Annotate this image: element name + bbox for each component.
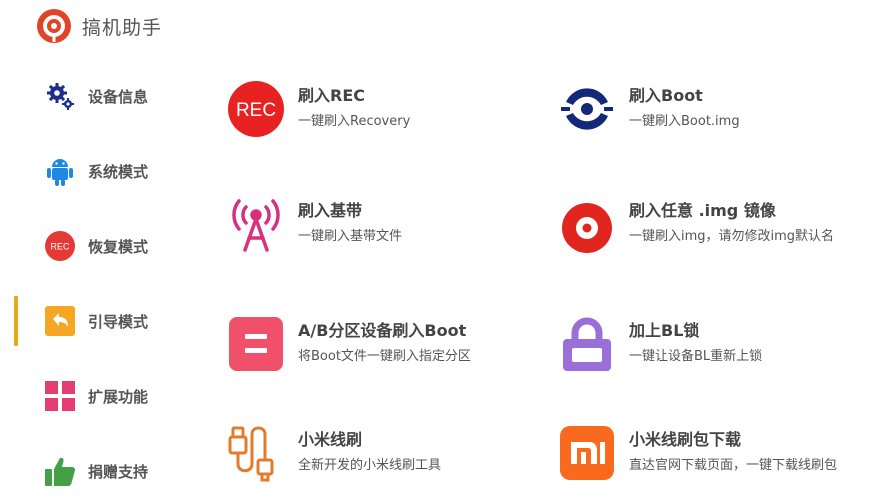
card-title: 刷入基带 xyxy=(298,201,363,220)
sidebar-item-extensions[interactable]: 扩展功能 xyxy=(0,366,200,426)
card-title: A/B分区设备刷入Boot xyxy=(298,321,467,340)
card-desc: 一键让设备BL重新上锁 xyxy=(629,349,763,364)
cable-icon xyxy=(227,424,285,482)
svg-text:REC: REC xyxy=(50,242,70,252)
sidebar-item-device-info[interactable]: 设备信息 xyxy=(0,66,200,126)
sidebar-item-label: 系统模式 xyxy=(88,162,149,181)
flash-baseband-card[interactable]: 刷入基带 一键刷入基带文件 xyxy=(227,191,547,261)
lock-icon xyxy=(558,315,616,373)
sidebar-item-label: 引导模式 xyxy=(88,312,149,331)
card-desc: 一键刷入Recovery xyxy=(298,114,411,129)
app-header: 搞机助手 xyxy=(36,6,162,46)
sidebar: 设备信息 系统模式 REC 恢复模式 引导模式 扩展功能 捐赠支持 xyxy=(0,64,200,492)
grid-icon xyxy=(44,380,76,412)
flash-img-card[interactable]: 刷入任意 .img 镜像 一键刷入img，请勿修改img默认名 xyxy=(558,191,878,261)
sidebar-item-boot-mode[interactable]: 引导模式 xyxy=(0,291,200,351)
sidebar-item-label: 设备信息 xyxy=(88,87,149,106)
card-title: 小米线刷 xyxy=(298,430,363,449)
mi-logo-icon xyxy=(558,424,616,482)
card-desc: 一键刷入Boot.img xyxy=(629,114,740,129)
svg-text:REC: REC xyxy=(236,100,276,121)
boot-eye-icon xyxy=(558,80,616,138)
disc-icon xyxy=(558,195,616,253)
app-title: 搞机助手 xyxy=(82,16,163,39)
card-title: 加上BL锁 xyxy=(629,321,700,340)
card-desc: 将Boot文件一键刷入指定分区 xyxy=(298,349,471,364)
xiaomi-rom-download-card[interactable]: 小米线刷包下载 直达官网下载页面，一键下载线刷包 xyxy=(558,420,878,490)
rec-icon: REC xyxy=(44,230,76,262)
antenna-icon xyxy=(227,195,285,253)
ab-partition-icon xyxy=(227,315,285,373)
flash-boot-card[interactable]: 刷入Boot 一键刷入Boot.img xyxy=(558,76,878,146)
card-desc: 一键刷入基带文件 xyxy=(298,229,403,244)
card-title: 刷入任意 .img 镜像 xyxy=(629,201,776,220)
card-title: 小米线刷包下载 xyxy=(629,430,742,449)
card-title: 刷入Boot xyxy=(629,86,703,105)
app-logo-icon xyxy=(37,9,71,43)
back-arrow-icon xyxy=(44,305,76,337)
ab-partition-boot-card[interactable]: A/B分区设备刷入Boot 将Boot文件一键刷入指定分区 xyxy=(227,311,547,381)
sidebar-item-label: 扩展功能 xyxy=(88,387,149,406)
bl-lock-card[interactable]: 加上BL锁 一键让设备BL重新上锁 xyxy=(558,311,878,381)
sidebar-item-donate[interactable]: 捐赠支持 xyxy=(0,441,200,501)
rec-icon: REC xyxy=(227,80,285,138)
sidebar-item-label: 恢复模式 xyxy=(88,237,149,256)
thumbs-up-icon xyxy=(44,455,76,487)
android-icon xyxy=(44,155,76,187)
card-title: 刷入REC xyxy=(298,86,365,105)
sidebar-item-system-mode[interactable]: 系统模式 xyxy=(0,141,200,201)
card-desc: 一键刷入img，请勿修改img默认名 xyxy=(629,229,835,244)
gears-icon xyxy=(44,80,76,112)
flash-rec-card[interactable]: REC 刷入REC 一键刷入Recovery xyxy=(227,76,547,146)
xiaomi-flash-card[interactable]: 小米线刷 全新开发的小米线刷工具 xyxy=(227,420,547,490)
card-desc: 直达官网下载页面，一键下载线刷包 xyxy=(629,458,838,473)
card-desc: 全新开发的小米线刷工具 xyxy=(298,458,442,473)
sidebar-item-recovery-mode[interactable]: REC 恢复模式 xyxy=(0,216,200,276)
sidebar-item-label: 捐赠支持 xyxy=(88,462,149,481)
